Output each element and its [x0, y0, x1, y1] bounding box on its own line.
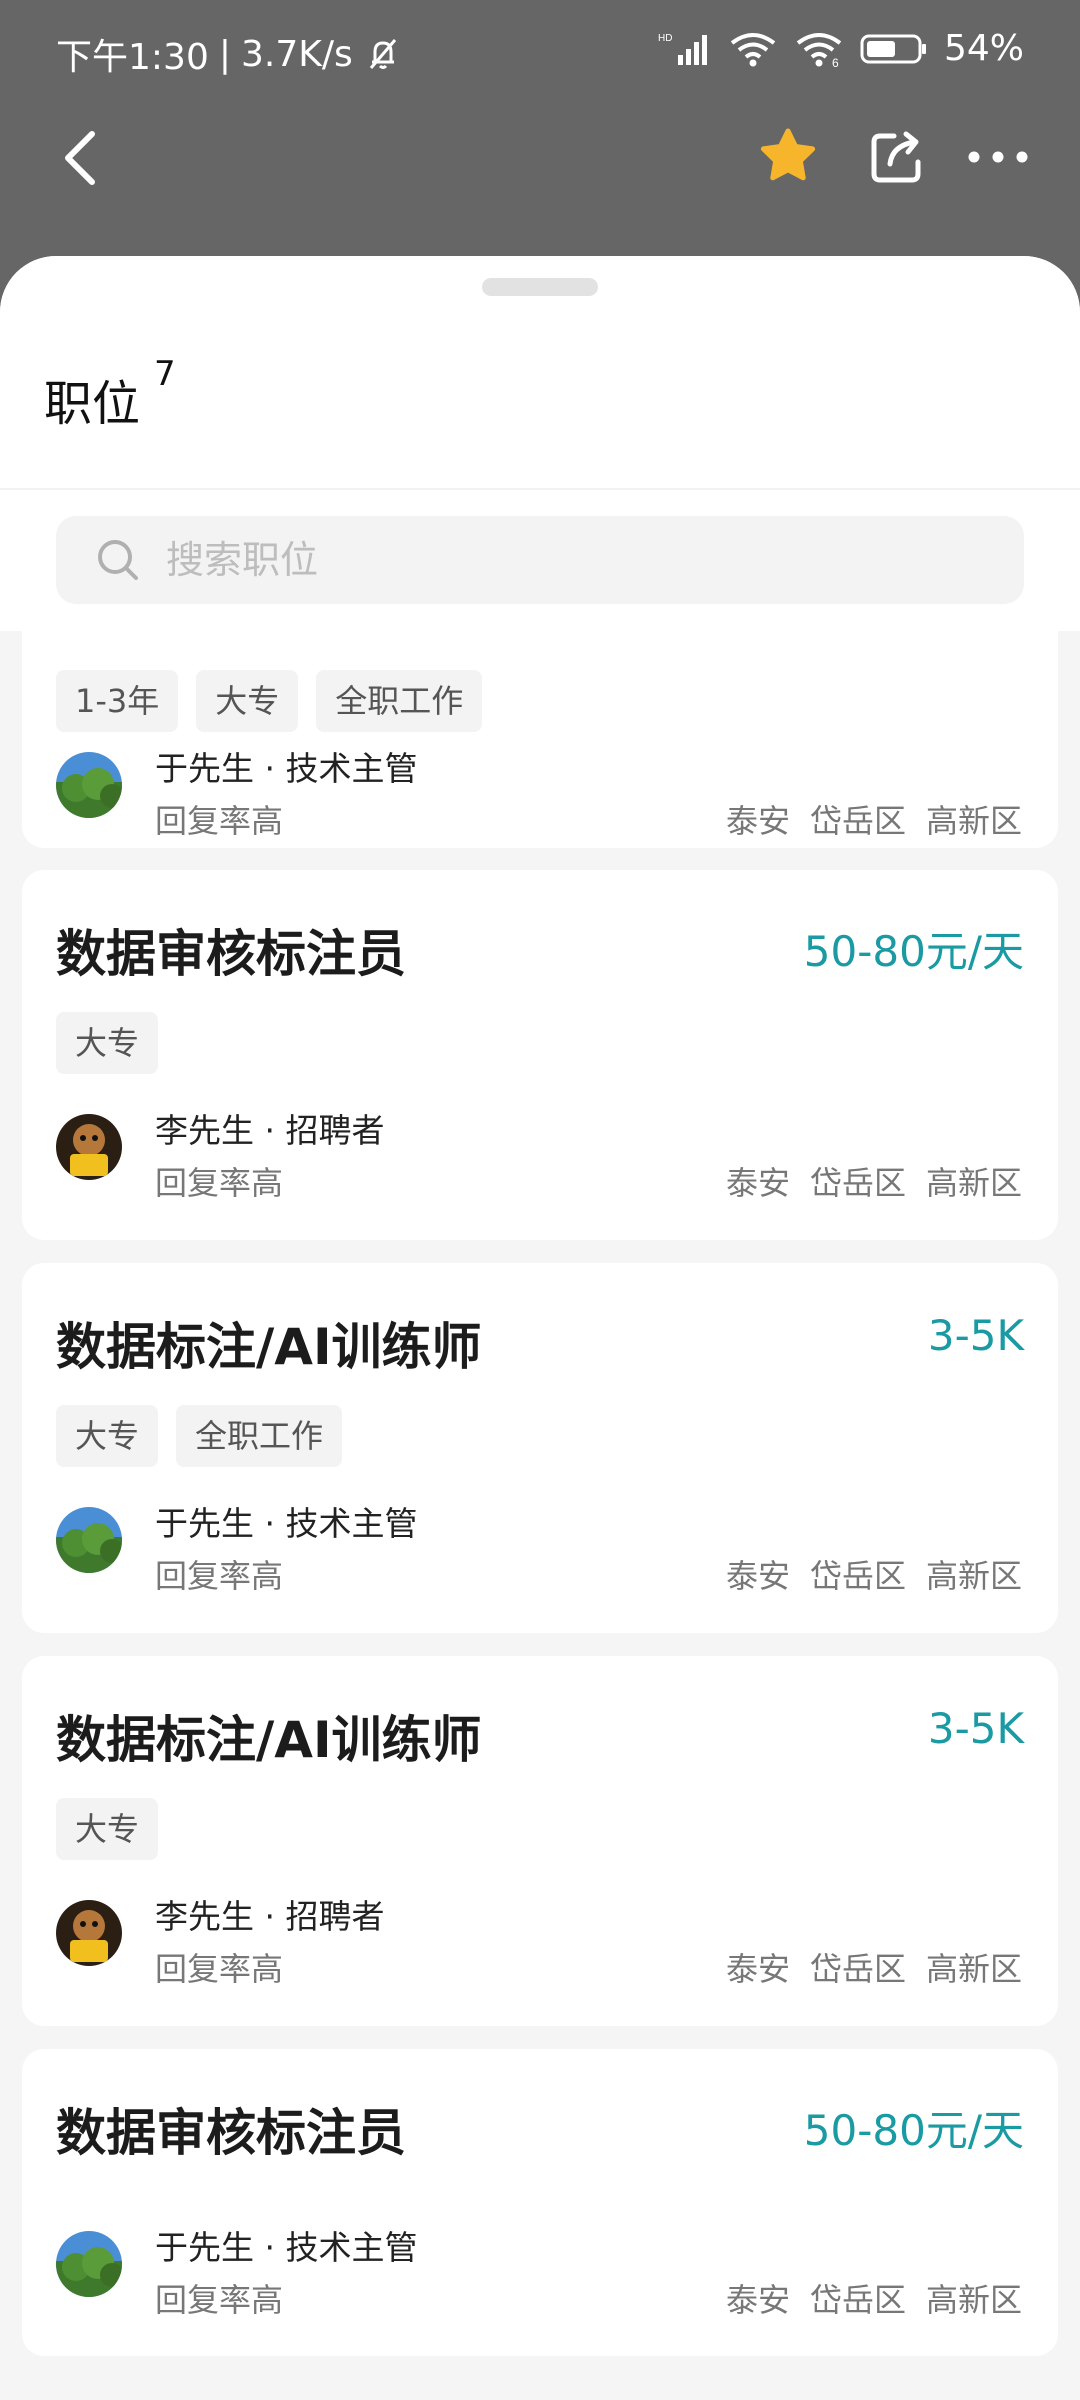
wifi-hotspot-icon: 6 — [794, 31, 844, 67]
job-tag: 大专 — [56, 1405, 159, 1467]
status-time: 下午1:30 — [56, 37, 209, 78]
job-title: 数据审核标注员 — [56, 925, 406, 983]
network-speed: 3.7K/s — [240, 33, 353, 75]
job-location: 泰安 岱岳区 高新区 — [726, 1158, 1022, 1204]
reply-rate: 回复率高 — [155, 1557, 284, 1595]
more-button[interactable] — [966, 140, 1030, 174]
job-title: 数据标注/AI训练师 — [56, 1318, 482, 1376]
landscape-avatar-icon — [56, 752, 122, 818]
job-title: 数据标注/AI训练师 — [56, 1711, 482, 1769]
location-city: 泰安 — [725, 1164, 790, 1202]
job-tags: 大专 全职工作 — [56, 1405, 343, 1467]
status-bar: 下午1:30 | 3.7K/s HD 6 54% — [0, 0, 1080, 110]
location-city: 泰安 — [725, 1557, 790, 1595]
avatar — [56, 752, 122, 818]
recruiter-name: 李先生 · 招聘者 — [155, 1111, 385, 1150]
job-location: 泰安 岱岳区 高新区 — [726, 2275, 1022, 2321]
location-area: 高新区 — [925, 802, 1022, 840]
location-city: 泰安 — [725, 802, 790, 840]
job-card[interactable]: 数据标注/AI训练师 3-5K 大专 全职工作 于先生 · 技术主管 回复率高 … — [22, 1263, 1058, 1633]
cartoon-avatar-icon — [56, 1114, 122, 1180]
cartoon-avatar-icon — [56, 1900, 122, 1966]
recruiter-name: 于先生 · 技术主管 — [155, 2228, 418, 2267]
landscape-avatar-icon — [56, 1507, 122, 1573]
drag-handle[interactable] — [482, 278, 598, 296]
location-city: 泰安 — [725, 1950, 790, 1988]
avatar — [56, 2231, 122, 2297]
status-left: 下午1:30 | 3.7K/s — [56, 28, 403, 80]
battery-percent: 54% — [943, 28, 1024, 69]
recruiter-name: 于先生 · 技术主管 — [155, 1504, 418, 1543]
job-tag: 大专 — [56, 1798, 159, 1860]
location-area: 高新区 — [925, 2281, 1022, 2319]
wifi-icon — [728, 31, 778, 67]
job-card[interactable]: 数据标注/AI训练师 3-5K 大专 李先生 · 招聘者 回复率高 泰安 岱岳区… — [22, 1656, 1058, 2026]
job-salary: 50-80元/天 — [803, 927, 1024, 976]
signal-icon: HD — [658, 31, 712, 67]
recruiter-name: 李先生 · 招聘者 — [155, 1897, 385, 1936]
favorite-button[interactable] — [758, 126, 818, 186]
location-area: 高新区 — [925, 1557, 1022, 1595]
location-district: 岱岳区 — [809, 1164, 906, 1202]
search-icon — [98, 540, 138, 580]
svg-text:6: 6 — [832, 56, 839, 67]
location-district: 岱岳区 — [809, 802, 906, 840]
more-icon — [968, 151, 1028, 163]
job-salary: 3-5K — [927, 1704, 1024, 1753]
job-tag: 大专 — [196, 670, 299, 732]
reply-rate: 回复率高 — [155, 802, 284, 840]
job-tags: 1-3年 大专 全职工作 — [56, 670, 483, 732]
job-location: 泰安 岱岳区 高新区 — [726, 796, 1022, 842]
avatar — [56, 1900, 122, 1966]
location-area: 高新区 — [925, 1950, 1022, 1988]
job-card[interactable]: 数据审核标注员 50-80元/天 于先生 · 技术主管 回复率高 泰安 岱岳区 … — [22, 2049, 1058, 2356]
job-count: 7 — [154, 354, 176, 394]
reply-rate: 回复率高 — [155, 2281, 284, 2319]
job-tag: 1-3年 — [56, 670, 179, 732]
avatar — [56, 1507, 122, 1573]
location-district: 岱岳区 — [809, 1557, 906, 1595]
star-icon — [760, 128, 816, 181]
job-tags: 大专 — [56, 1798, 159, 1860]
search-box[interactable] — [56, 516, 1024, 604]
location-city: 泰安 — [725, 2281, 790, 2319]
job-salary: 50-80元/天 — [803, 2106, 1024, 2155]
divider — [0, 488, 1080, 490]
back-icon — [65, 131, 95, 185]
battery-icon — [860, 32, 928, 66]
location-district: 岱岳区 — [809, 1950, 906, 1988]
job-salary: 3-5K — [927, 1311, 1024, 1360]
job-tag: 大专 — [56, 1012, 159, 1074]
share-button[interactable] — [868, 128, 926, 186]
job-location: 泰安 岱岳区 高新区 — [726, 1944, 1022, 1990]
job-card[interactable]: 数据审核标注员 50-80元/天 大专 李先生 · 招聘者 回复率高 泰安 岱岳… — [22, 870, 1058, 1240]
reply-rate: 回复率高 — [155, 1164, 284, 1202]
job-tags: 大专 — [56, 1012, 159, 1074]
location-area: 高新区 — [925, 1164, 1022, 1202]
share-icon — [871, 131, 921, 183]
reply-rate: 回复率高 — [155, 1950, 284, 1988]
sheet-header: 职位 7 — [0, 256, 1080, 631]
job-location: 泰安 岱岳区 高新区 — [726, 1551, 1022, 1597]
job-tag: 全职工作 — [176, 1405, 343, 1467]
section-title: 职位 — [44, 376, 141, 432]
job-list-sheet: 职位 7 1-3年 大专 全职工作 于先生 · 技术主管 回复率高 — [0, 256, 1080, 2400]
mute-bell-icon — [363, 34, 403, 74]
back-button[interactable] — [56, 128, 104, 188]
recruiter-name: 于先生 · 技术主管 — [155, 749, 418, 788]
job-tag: 全职工作 — [316, 670, 483, 732]
status-right: HD 6 54% — [658, 28, 1024, 69]
svg-text:HD: HD — [658, 33, 672, 44]
job-title: 数据审核标注员 — [56, 2104, 406, 2162]
search-input[interactable] — [166, 516, 966, 604]
location-district: 岱岳区 — [809, 2281, 906, 2319]
landscape-avatar-icon — [56, 2231, 122, 2297]
status-separator: | — [218, 33, 231, 75]
avatar — [56, 1114, 122, 1180]
